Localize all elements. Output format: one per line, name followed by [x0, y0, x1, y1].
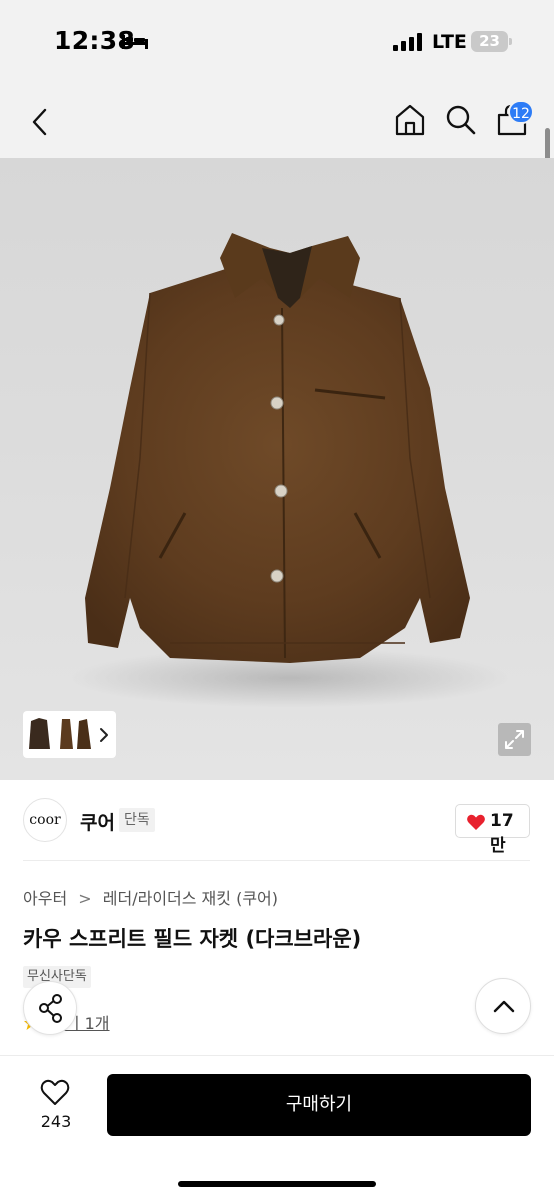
search-icon[interactable] [443, 102, 479, 138]
expand-image-button[interactable] [498, 723, 531, 756]
brand-like-button[interactable]: 17만 [455, 804, 530, 856]
product-image-gallery[interactable] [0, 158, 554, 780]
heart-outline-icon [40, 1079, 70, 1105]
top-nav-bar: 12 [0, 86, 554, 158]
network-label: LTE [432, 31, 467, 53]
back-chevron-icon[interactable] [22, 104, 58, 140]
share-icon [39, 994, 62, 1023]
brand-row: coor 쿠어 단독 17만 [0, 780, 554, 860]
product-title: 카우 스프리트 필드 자켓 (다크브라운) [23, 927, 362, 951]
breadcrumb-item-outer[interactable]: 아우터 [23, 889, 67, 908]
product-photo-jacket [70, 233, 510, 708]
share-button[interactable] [23, 981, 77, 1035]
wishlist-button[interactable]: 243 [28, 1074, 84, 1138]
scroll-to-top-button[interactable] [475, 978, 531, 1034]
wishlist-count: 243 [40, 1112, 72, 1131]
chevron-right-icon[interactable] [97, 726, 111, 744]
divider [23, 860, 530, 861]
brand-name[interactable]: 쿠어 [80, 808, 115, 835]
breadcrumb-item-leather[interactable]: 레더/라이더스 재킷 (쿠어) [103, 889, 278, 908]
brand-logo[interactable]: coor [23, 798, 67, 842]
signal-icon [393, 33, 422, 51]
thumbnail-images [29, 718, 91, 749]
battery-icon: 23 [471, 31, 508, 52]
buy-button[interactable]: 구매하기 [107, 1074, 531, 1136]
exclusive-badge: 단독 [119, 808, 155, 832]
home-indicator [178, 1181, 376, 1187]
breadcrumb-separator: > [78, 889, 92, 908]
home-icon[interactable] [392, 102, 428, 138]
breadcrumb: 아우터 > 레더/라이더스 재킷 (쿠어) [23, 885, 278, 909]
battery-nub [509, 38, 512, 45]
bed-icon [122, 35, 148, 49]
bottom-action-bar: 243 구매하기 [0, 1055, 554, 1200]
expand-icon [505, 730, 524, 749]
heart-icon [467, 814, 485, 830]
cart-count-badge: 12 [508, 100, 534, 124]
brand-like-count: 17만 [490, 811, 514, 856]
status-bar: 12:38 LTE 23 [0, 0, 554, 86]
arrow-up-icon [493, 1000, 515, 1013]
